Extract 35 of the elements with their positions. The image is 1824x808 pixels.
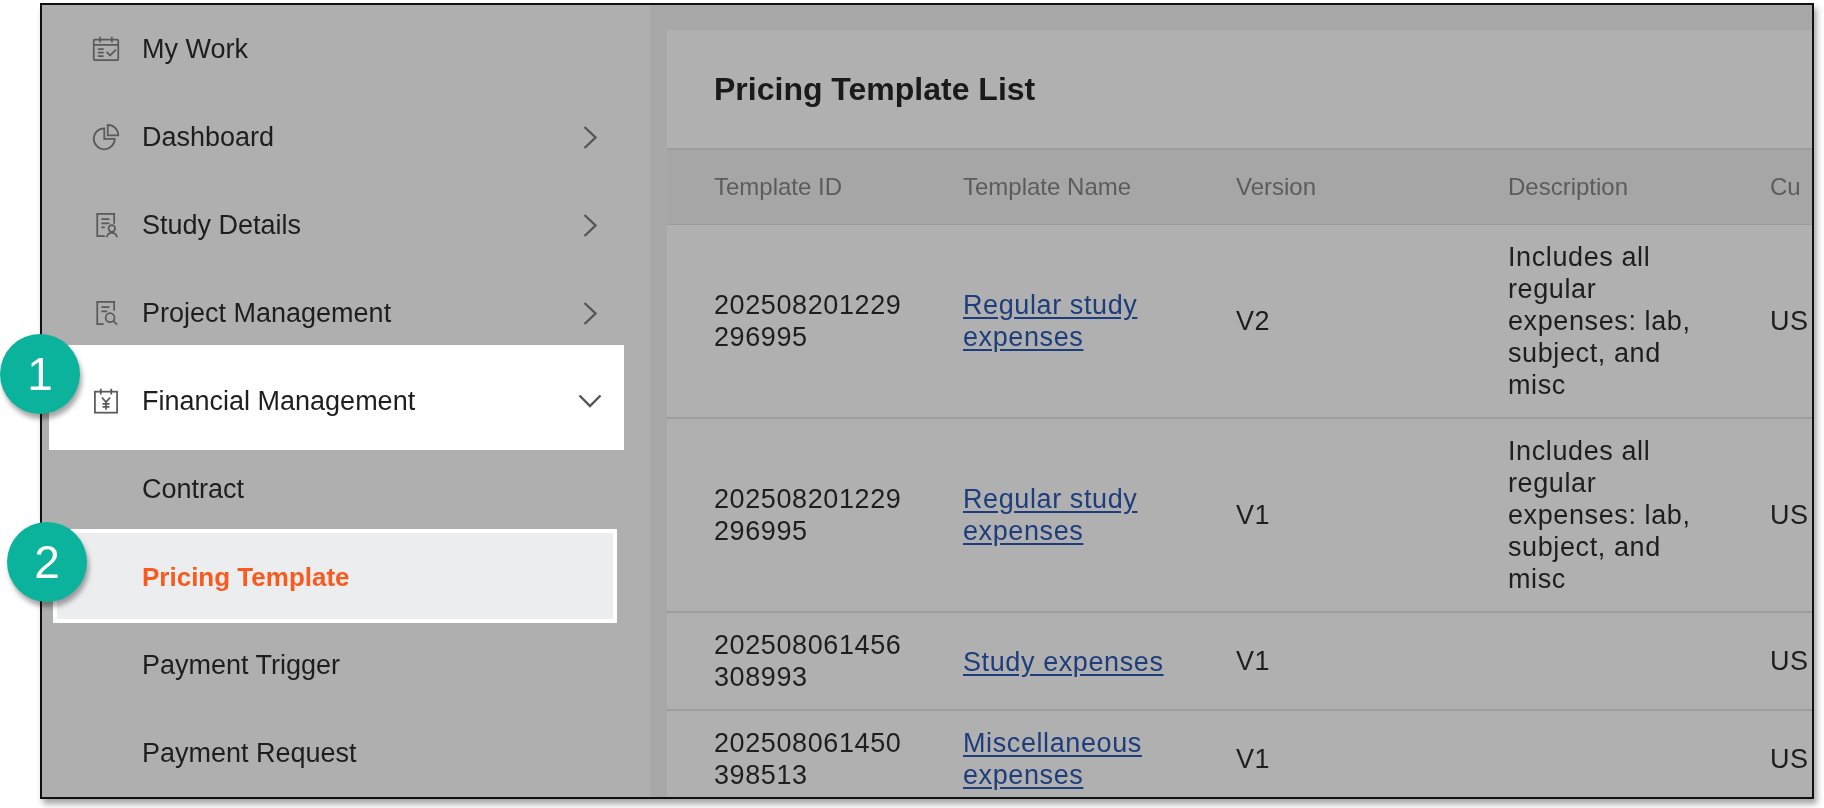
- cell-text: US: [1770, 500, 1809, 530]
- sidebar-item[interactable]: Dashboard: [49, 105, 624, 169]
- template-name-link[interactable]: Regular study expenses: [963, 483, 1173, 547]
- description-text: Includes all regular expenses: lab, subject, and misc: [1508, 435, 1692, 595]
- version-text: V1: [1236, 500, 1271, 530]
- column-header: Version: [1236, 173, 1317, 200]
- calendar-yen-icon: [92, 387, 120, 415]
- column-header: Template ID: [714, 173, 843, 200]
- submenu-item[interactable]: Contract: [49, 457, 624, 521]
- cell-text: US: [1770, 744, 1809, 774]
- page-title: Pricing Template List: [714, 70, 1036, 108]
- template-id-text: 202508061450398513: [714, 727, 903, 791]
- submenu-item[interactable]: Payment Request: [49, 721, 624, 785]
- template-name-link[interactable]: Miscellaneous expenses: [963, 727, 1173, 791]
- version-text: V1: [1236, 744, 1271, 774]
- column-header: Description: [1508, 173, 1629, 200]
- template-id-text: 202508201229296995: [714, 483, 903, 547]
- template-name-link[interactable]: Study expenses: [963, 645, 1164, 678]
- column-header: Cu: [1770, 173, 1801, 200]
- sidebar-item[interactable]: Study Details: [49, 193, 624, 257]
- step-badge: 2: [7, 522, 87, 602]
- column-header: Template Name: [963, 173, 1132, 200]
- step-badge: 1: [0, 334, 80, 414]
- version-text: V2: [1236, 306, 1271, 336]
- template-name-link[interactable]: Regular study expenses: [963, 289, 1173, 353]
- cell-text: US: [1770, 306, 1809, 336]
- pie-chart-icon: [92, 123, 120, 151]
- template-id-text: 202508061456308993: [714, 629, 903, 693]
- calendar-check-icon: [92, 35, 120, 63]
- version-text: V1: [1236, 646, 1271, 676]
- template-id-text: 202508201229296995: [714, 289, 903, 353]
- cell-text: US: [1770, 646, 1809, 676]
- description-text: Includes all regular expenses: lab, subject, and misc: [1508, 241, 1692, 401]
- sidebar-item[interactable]: My Work: [49, 17, 624, 81]
- submenu-item[interactable]: Payment Trigger: [49, 633, 624, 697]
